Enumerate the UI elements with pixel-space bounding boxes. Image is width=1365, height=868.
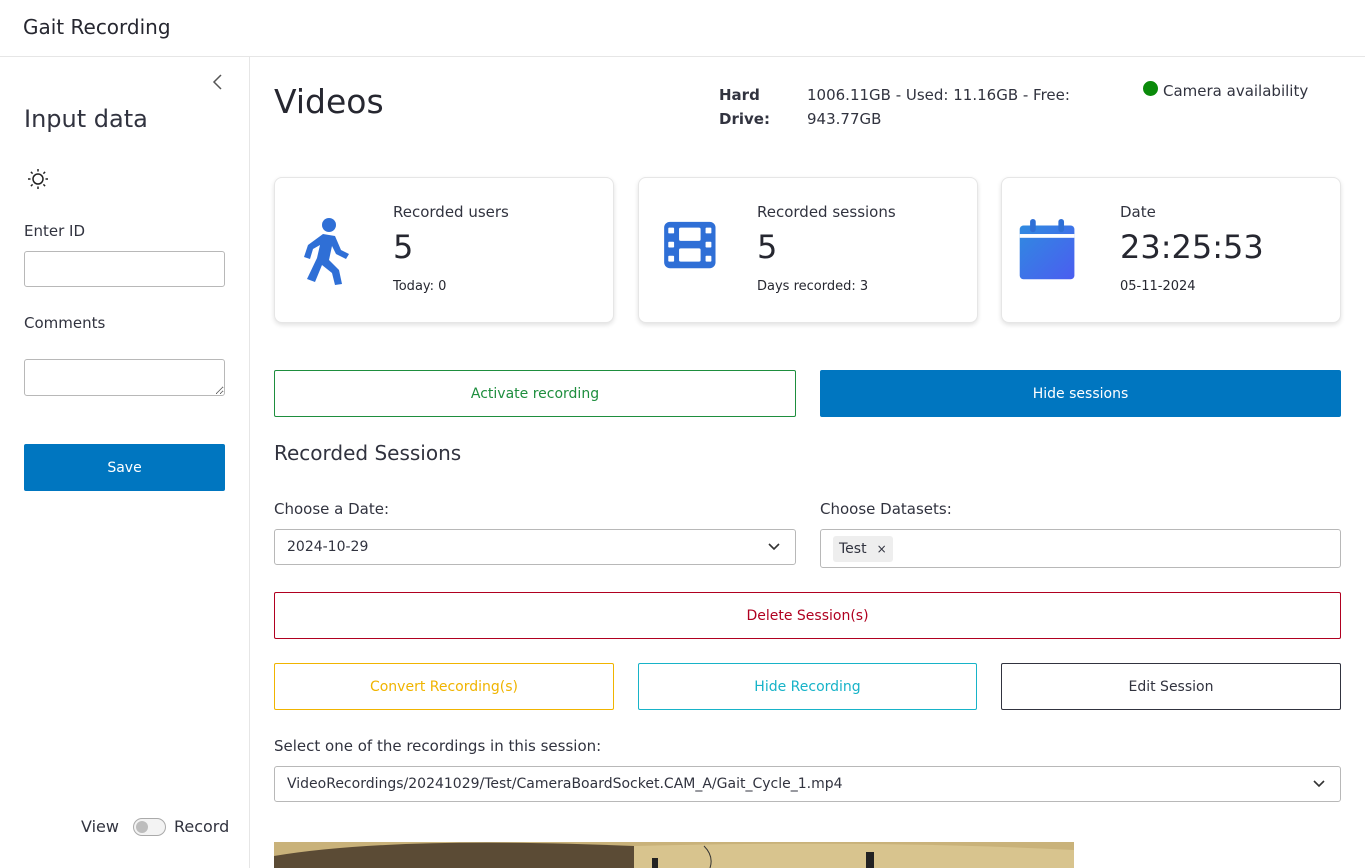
card-value: 23:25:53 — [1120, 228, 1264, 266]
view-record-toggle-row: View Record — [81, 817, 229, 836]
camera-availability-label: Camera availability — [1163, 82, 1309, 100]
hide-sessions-button[interactable]: Hide sessions — [820, 370, 1341, 417]
card-label: Date — [1120, 203, 1156, 221]
datasets-label: Choose Datasets: — [820, 500, 952, 518]
recording-select-label: Select one of the recordings in this ses… — [274, 737, 602, 755]
date-select-value: 2024-10-29 — [287, 539, 369, 555]
toggle-knob — [135, 820, 148, 833]
app-title: Gait Recording — [23, 15, 171, 39]
id-input[interactable] — [24, 251, 225, 287]
recording-select[interactable]: VideoRecordings/20241029/Test/CameraBoar… — [274, 766, 1341, 802]
dataset-tag-label: Test — [839, 541, 867, 557]
id-label: Enter ID — [24, 222, 86, 240]
card-recorded-users: Recorded users 5 Today: 0 — [274, 177, 614, 323]
view-record-toggle[interactable] — [132, 817, 166, 836]
status-dot-icon — [1143, 80, 1158, 96]
comments-label: Comments — [24, 314, 106, 332]
card-label: Recorded users — [393, 203, 509, 221]
sidebar: Input data Enter ID Comments Save View R… — [0, 57, 250, 868]
chevron-down-icon — [768, 543, 780, 551]
hard-drive-label: Hard Drive: — [719, 86, 770, 128]
chevron-down-icon — [1313, 780, 1325, 788]
video-player[interactable] — [274, 842, 1074, 868]
edit-session-button[interactable]: Edit Session — [1001, 663, 1341, 710]
card-label: Recorded sessions — [757, 203, 896, 221]
save-button[interactable]: Save — [24, 444, 225, 491]
video-frame — [274, 842, 1074, 868]
sidebar-title: Input data — [24, 105, 148, 133]
toggle-left-label: View — [81, 817, 119, 836]
card-date: Date 23:25:53 05-11-2024 — [1001, 177, 1341, 323]
main-content: Videos Hard Drive: 1006.11GB - Used: 11.… — [250, 57, 1365, 868]
section-title: Recorded Sessions — [274, 441, 462, 465]
date-select[interactable]: 2024-10-29 — [274, 529, 796, 565]
top-bar: Gait Recording — [0, 0, 1365, 57]
convert-recordings-button[interactable]: Convert Recording(s) — [274, 663, 614, 710]
delete-sessions-button[interactable]: Delete Session(s) — [274, 592, 1341, 639]
sun-icon[interactable] — [27, 168, 49, 190]
dataset-tag: Test × — [833, 536, 893, 562]
calendar-icon — [1019, 218, 1075, 280]
card-value: 5 — [393, 228, 414, 266]
card-subtext: Days recorded: 3 — [757, 279, 869, 294]
hide-recording-button[interactable]: Hide Recording — [638, 663, 977, 710]
film-icon — [664, 221, 716, 269]
datasets-multiselect[interactable]: Test × — [820, 529, 1341, 568]
chevron-left-icon[interactable] — [207, 71, 229, 93]
card-subtext: 05-11-2024 — [1120, 279, 1196, 294]
comments-textarea[interactable] — [24, 359, 225, 396]
card-value: 5 — [757, 228, 778, 266]
card-recorded-sessions: Recorded sessions 5 Days recorded: 3 — [638, 177, 978, 323]
activate-recording-button[interactable]: Activate recording — [274, 370, 796, 417]
date-label: Choose a Date: — [274, 500, 390, 518]
remove-tag-icon[interactable]: × — [877, 542, 887, 556]
toggle-right-label: Record — [173, 817, 230, 836]
hard-drive-value: 1006.11GB - Used: 11.16GB - Free: 943.77… — [807, 86, 1070, 128]
card-subtext: Today: 0 — [393, 279, 447, 294]
camera-availability: Camera availability — [1143, 80, 1309, 100]
page-title: Videos — [274, 82, 384, 121]
recording-select-value: VideoRecordings/20241029/Test/CameraBoar… — [287, 776, 843, 792]
walking-person-icon — [304, 218, 349, 285]
